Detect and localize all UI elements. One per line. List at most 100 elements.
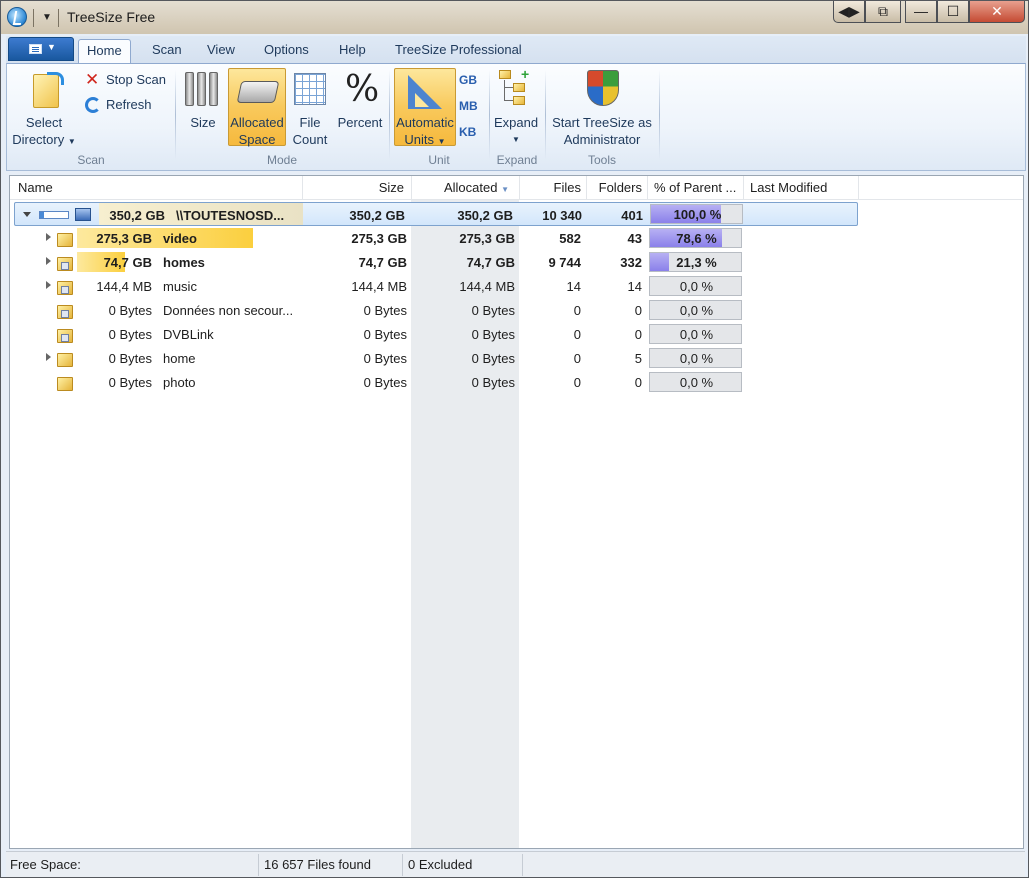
- row-allocated: 0 Bytes: [471, 375, 515, 390]
- table-row[interactable]: 74,7 GB homes 74,7 GB 74,7 GB 9 744 332 21,3 %: [10, 250, 1023, 274]
- column-header-folders[interactable]: Folders: [586, 180, 642, 195]
- row-folders: 0: [634, 375, 642, 390]
- row-folders: 0: [634, 303, 642, 318]
- column-header-percent-of-parent[interactable]: % of Parent ...: [654, 180, 736, 195]
- table-row[interactable]: 275,3 GB video 275,3 GB 275,3 GB 582 43 78,6 %: [10, 226, 1023, 250]
- column-header-name[interactable]: Name: [18, 180, 53, 195]
- directory-tree-list[interactable]: Name Size Allocated ▼ Files Folders % of…: [9, 175, 1024, 849]
- row-files: 582: [559, 231, 581, 246]
- select-directory-button[interactable]: Select Directory ▼: [9, 68, 79, 150]
- row-percent-bar: 78,6 %: [649, 228, 742, 248]
- tab-view[interactable]: View: [199, 39, 243, 63]
- table-row[interactable]: 0 Bytes photo 0 Bytes 0 Bytes 0 0 0,0 %: [10, 370, 1023, 394]
- minimize-button[interactable]: —: [905, 1, 937, 23]
- row-size: 0 Bytes: [363, 303, 407, 318]
- size-bars-icon: [185, 72, 221, 106]
- row-name: home: [163, 351, 196, 366]
- expand-arrow-icon[interactable]: [46, 281, 51, 289]
- row-percent-text: 0,0 %: [679, 279, 714, 294]
- expand-arrow-icon[interactable]: [46, 257, 51, 265]
- free-space-status: Free Space:: [10, 857, 81, 872]
- nav-arrows-button[interactable]: ◀▶: [833, 1, 865, 23]
- table-row[interactable]: 0 Bytes home 0 Bytes 0 Bytes 0 5 0,0 %: [10, 346, 1023, 370]
- row-percent-text: 0,0 %: [679, 327, 714, 342]
- root-percent-bar: 100,0 %: [650, 204, 743, 224]
- network-folder-icon: [56, 302, 73, 319]
- app-window: ▼ TreeSize Free ◀▶ ⧉ — ☐ ✕ ▼ Home Scan V…: [0, 0, 1029, 878]
- expand-group-label: Expand: [496, 153, 538, 167]
- tab-treesize-professional[interactable]: TreeSize Professional: [387, 39, 530, 63]
- unit-kb-button[interactable]: KB: [459, 125, 476, 139]
- select-directory-label-2: Directory ▼: [12, 132, 76, 147]
- start-as-admin-button[interactable]: Start TreeSize as Administrator: [549, 68, 655, 150]
- column-header-last-modified[interactable]: Last Modified: [750, 180, 827, 195]
- mode-size-label: Size: [190, 115, 216, 130]
- column-header-size[interactable]: Size: [310, 180, 404, 195]
- tab-options[interactable]: Options: [256, 39, 317, 63]
- column-header-files[interactable]: Files: [519, 180, 581, 195]
- row-percent-bar: 0,0 %: [649, 348, 742, 368]
- ruler-triangle-icon: [408, 75, 442, 109]
- automatic-units-label: Automatic: [396, 115, 454, 130]
- unit-gb-button[interactable]: GB: [459, 73, 477, 87]
- mode-percent-button[interactable]: % Percent: [335, 68, 385, 150]
- expand-arrow-icon[interactable]: [46, 353, 51, 361]
- mode-allocated-space-button[interactable]: Allocated Space: [228, 68, 286, 147]
- file-menu-button[interactable]: ▼: [8, 37, 74, 61]
- scan-group-label: Scan: [77, 153, 105, 167]
- restore-window-button[interactable]: ⧉: [865, 1, 901, 23]
- unit-mb-button[interactable]: MB: [459, 99, 478, 113]
- hard-drive-icon: [236, 81, 280, 103]
- row-name: photo: [163, 375, 196, 390]
- row-percent-bar: 0,0 %: [649, 276, 742, 296]
- root-allocated: 350,2 GB: [457, 208, 513, 223]
- network-folder-icon: [56, 278, 73, 295]
- network-folder-icon: [56, 254, 73, 271]
- row-percent-bar: 0,0 %: [649, 372, 742, 392]
- network-folder-icon: [56, 326, 73, 343]
- root-size-label: 350,2 GB: [109, 208, 165, 223]
- row-percent-bar: 0,0 %: [649, 324, 742, 344]
- percent-icon: %: [345, 69, 380, 110]
- row-percent-bar: 21,3 %: [649, 252, 742, 272]
- refresh-button[interactable]: Refresh: [85, 95, 169, 115]
- table-row[interactable]: 144,4 MB music 144,4 MB 144,4 MB 14 14 0,0 %: [10, 274, 1023, 298]
- mode-file-count-label: File: [299, 115, 321, 130]
- collapse-arrow-icon[interactable]: [23, 212, 31, 217]
- network-computer-icon: [75, 208, 91, 221]
- mode-size-button[interactable]: Size: [181, 68, 225, 150]
- maximize-button[interactable]: ☐: [937, 1, 969, 23]
- mode-file-count-button[interactable]: File Count: [289, 68, 331, 150]
- tab-help[interactable]: Help: [331, 39, 374, 63]
- tab-scan[interactable]: Scan: [144, 39, 190, 63]
- row-size: 0 Bytes: [363, 327, 407, 342]
- column-header-allocated[interactable]: Allocated ▼: [419, 180, 509, 195]
- expand-arrow-icon[interactable]: [46, 233, 51, 241]
- row-size-label: 0 Bytes: [108, 303, 152, 318]
- select-directory-icon: [31, 70, 64, 108]
- tab-home[interactable]: Home: [78, 39, 131, 63]
- files-found-status: 16 657 Files found: [264, 857, 371, 872]
- root-directory-row[interactable]: 350,2 GB \\TOUTESNOSD... 350,2 GB 350,2 …: [14, 202, 858, 226]
- root-files: 10 340: [542, 208, 582, 223]
- treesize-app-icon[interactable]: [7, 7, 27, 27]
- automatic-units-button[interactable]: Automatic Units ▼: [394, 68, 456, 147]
- automatic-units-label-2: Units ▼: [404, 132, 446, 147]
- folder-icon: [56, 230, 73, 247]
- window-title: TreeSize Free: [67, 9, 156, 25]
- stop-scan-button[interactable]: ✕ Stop Scan: [85, 70, 169, 90]
- divider: [489, 70, 490, 160]
- refresh-label: Refresh: [106, 97, 152, 112]
- mode-group-label: Mode: [266, 153, 298, 167]
- title-bar: ▼ TreeSize Free ◀▶ ⧉ — ☐ ✕: [1, 1, 1028, 34]
- row-percent-text: 0,0 %: [679, 375, 714, 390]
- table-row[interactable]: 0 Bytes DVBLink 0 Bytes 0 Bytes 0 0 0,0 %: [10, 322, 1023, 346]
- table-row[interactable]: 0 Bytes Données non secour... 0 Bytes 0 Byt…: [10, 298, 1023, 322]
- close-button[interactable]: ✕: [969, 1, 1025, 23]
- folder-icon: [56, 374, 73, 391]
- mode-allocated-label: Allocated: [230, 115, 284, 130]
- quick-access-dropdown-icon[interactable]: ▼: [40, 9, 54, 27]
- row-folders: 43: [627, 231, 642, 246]
- expand-button[interactable]: + Expand ▼: [493, 66, 539, 150]
- row-files: 14: [566, 279, 581, 294]
